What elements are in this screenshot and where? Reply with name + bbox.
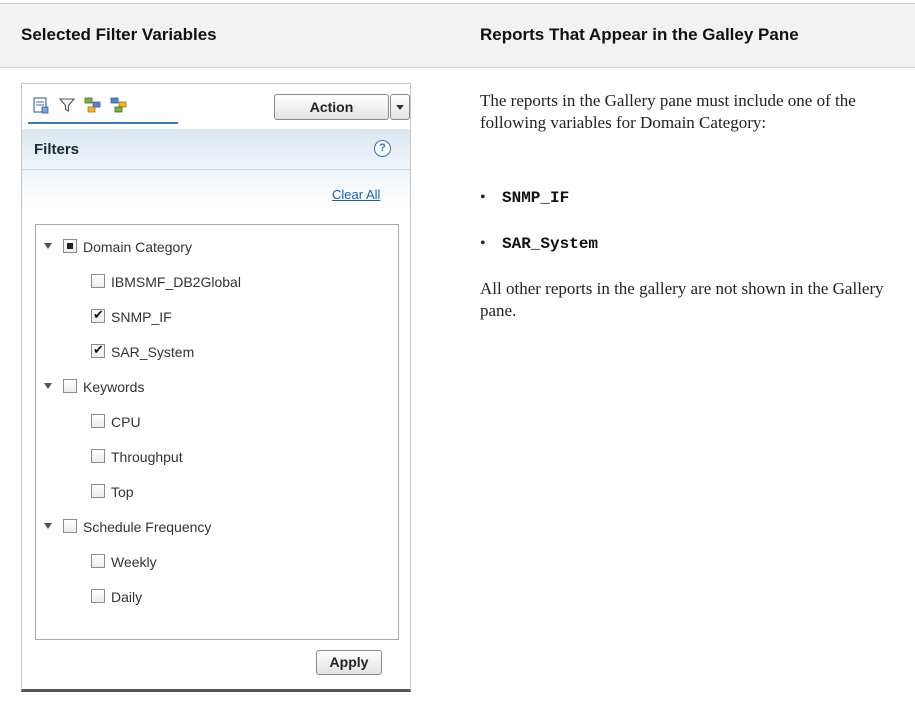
filters-title: Filters (34, 141, 80, 158)
column-header-gallery-reports: Reports That Appear in the Galley Pane (480, 25, 799, 44)
tree-label: Domain Category (83, 239, 192, 255)
filter-icon[interactable] (58, 96, 76, 114)
panel-toolbar: Action (22, 84, 410, 126)
hierarchy-alt-icon[interactable] (110, 96, 128, 114)
checkbox-throughput[interactable] (91, 449, 105, 463)
expand-caret-icon[interactable] (44, 523, 52, 529)
checkbox-weekly[interactable] (91, 554, 105, 568)
tree-label: Throughput (111, 449, 183, 465)
checkbox-keywords[interactable] (63, 379, 77, 393)
active-tab-indicator (28, 122, 178, 124)
variable-name: SNMP_IF (502, 189, 570, 207)
bullet-icon: • (480, 189, 486, 206)
intro-paragraph: The reports in the Gallery pane must inc… (480, 91, 856, 132)
tree-label: Top (111, 484, 134, 500)
filters-panel-screenshot: Action Filters ? Clear All Domain Catego… (21, 83, 411, 692)
checkbox-domain-category[interactable] (63, 239, 77, 253)
report-icon[interactable] (32, 96, 50, 114)
tree-label: Weekly (111, 554, 157, 570)
table-header-row: Selected Filter Variables Reports That A… (0, 4, 915, 68)
checkbox-schedule-frequency[interactable] (63, 519, 77, 533)
divider (22, 169, 410, 170)
hierarchy-icon[interactable] (84, 96, 102, 114)
clear-all-link[interactable]: Clear All (332, 187, 380, 202)
checkbox-cpu[interactable] (91, 414, 105, 428)
checkbox-top[interactable] (91, 484, 105, 498)
checkbox-ibmsmf-db2global[interactable] (91, 274, 105, 288)
tree-label: IBMSMF_DB2Global (111, 274, 241, 290)
tree-label: CPU (111, 414, 141, 430)
action-dropdown-button[interactable] (390, 94, 410, 120)
outro-paragraph: All other reports in the gallery are not… (480, 279, 884, 320)
checkbox-daily[interactable] (91, 589, 105, 603)
help-icon[interactable]: ? (374, 140, 391, 157)
checkbox-snmp-if[interactable] (91, 307, 105, 325)
column-header-filter-variables: Selected Filter Variables (21, 25, 217, 44)
tree-label: Daily (111, 589, 143, 605)
checkbox-sar-system[interactable] (91, 342, 105, 360)
tree-label: SAR_System (111, 344, 195, 360)
chevron-down-icon (396, 105, 404, 110)
filter-tree: Domain Category IBMSMF_DB2Global SNMP_IF… (35, 224, 399, 640)
variable-name: SAR_System (502, 235, 599, 253)
tree-label: SNMP_IF (111, 309, 172, 325)
bullet-icon: • (480, 235, 486, 252)
tree-label: Schedule Frequency (83, 519, 212, 535)
tree-label: Keywords (83, 379, 145, 395)
expand-caret-icon[interactable] (44, 243, 52, 249)
action-button[interactable]: Action (274, 94, 389, 120)
expand-caret-icon[interactable] (44, 383, 52, 389)
apply-button[interactable]: Apply (316, 650, 382, 675)
